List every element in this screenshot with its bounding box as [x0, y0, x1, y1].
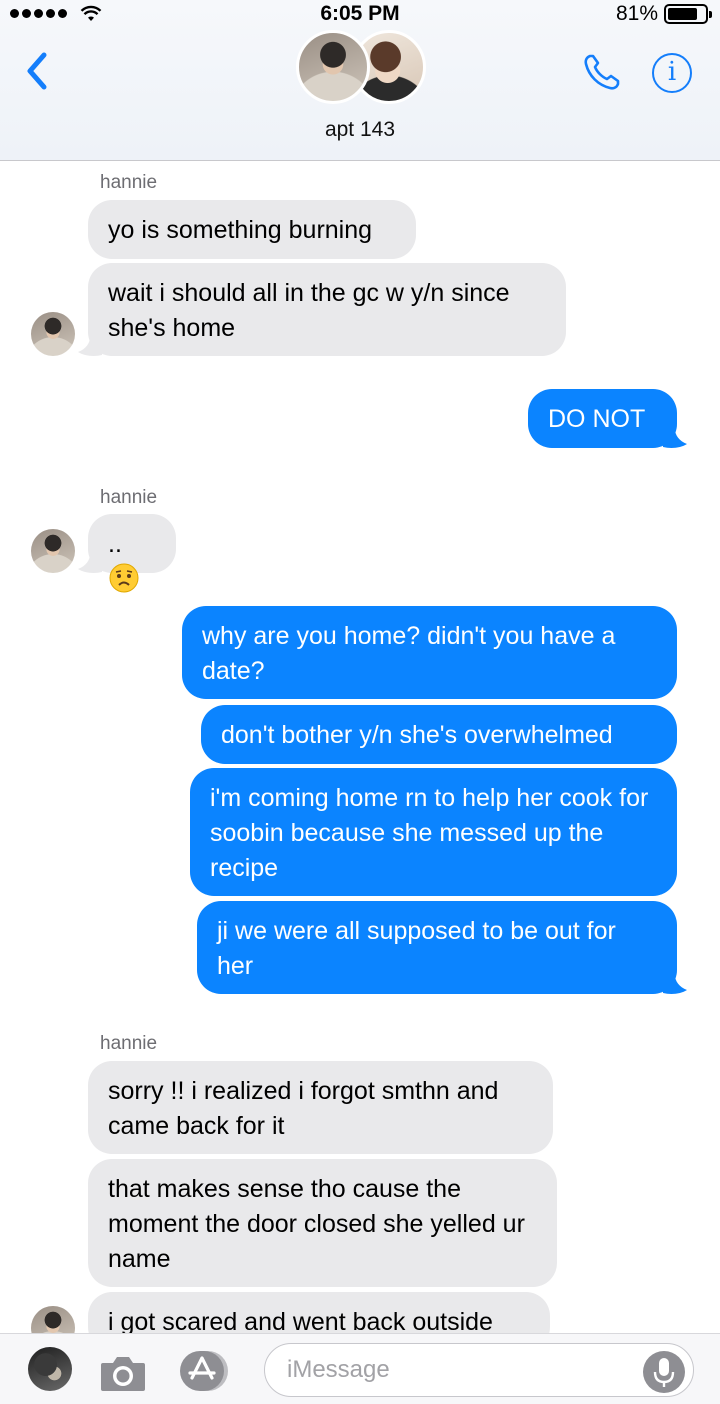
battery-icon: [664, 4, 712, 24]
conversation-title[interactable]: apt 143: [0, 118, 720, 142]
outgoing-message[interactable]: don't bother y/n she's overwhelmed: [201, 705, 677, 764]
info-icon[interactable]: i: [652, 53, 692, 93]
bubble-tail: [663, 429, 687, 448]
conversation-header: 6:05 PM 81% apt 143 i: [0, 0, 720, 161]
incoming-message[interactable]: wait i should all in the gc w y/n since …: [88, 263, 566, 356]
worried-face-icon: [109, 563, 139, 593]
sender-name: hannie: [100, 172, 158, 193]
sender-name: hannie: [100, 1033, 158, 1054]
avatar[interactable]: [31, 529, 75, 573]
bubble-tail: [78, 554, 102, 573]
incoming-message[interactable]: that makes sense tho cause the moment th…: [88, 1159, 557, 1287]
avatar[interactable]: [31, 1306, 75, 1333]
chevron-left-icon[interactable]: [22, 50, 52, 92]
incoming-message[interactable]: yo is something burning: [88, 200, 416, 259]
incoming-message[interactable]: sorry !! i realized i forgot smthn and c…: [88, 1061, 553, 1154]
avatar[interactable]: [31, 312, 75, 356]
outgoing-message[interactable]: i'm coming home rn to help her cook for …: [190, 768, 677, 896]
message-thread: hannie yo is something burning wait i sh…: [0, 161, 720, 1333]
camera-icon[interactable]: [99, 1353, 147, 1393]
bubble-tail: [78, 337, 102, 356]
avatar: [296, 30, 370, 104]
message-text: ..: [108, 530, 122, 558]
status-bar: 6:05 PM 81%: [0, 0, 720, 30]
group-avatars[interactable]: [296, 30, 426, 106]
microphone-icon[interactable]: [643, 1351, 685, 1393]
outgoing-message[interactable]: ji we were all supposed to be out for he…: [197, 901, 677, 994]
bubble-tail: [663, 975, 687, 994]
imessage-input[interactable]: [264, 1343, 694, 1397]
outgoing-message[interactable]: DO NOT: [528, 389, 677, 448]
sender-name: hannie: [100, 487, 158, 508]
incoming-message[interactable]: i got scared and went back outside: [88, 1292, 550, 1333]
avatar[interactable]: [28, 1347, 72, 1391]
phone-icon[interactable]: [580, 50, 624, 94]
battery-percentage: 81%: [615, 2, 658, 25]
message-input-bar: [0, 1333, 720, 1404]
app-store-icon[interactable]: [180, 1350, 228, 1392]
outgoing-message[interactable]: why are you home? didn't you have a date…: [182, 606, 677, 699]
status-time: 6:05 PM: [320, 2, 400, 25]
